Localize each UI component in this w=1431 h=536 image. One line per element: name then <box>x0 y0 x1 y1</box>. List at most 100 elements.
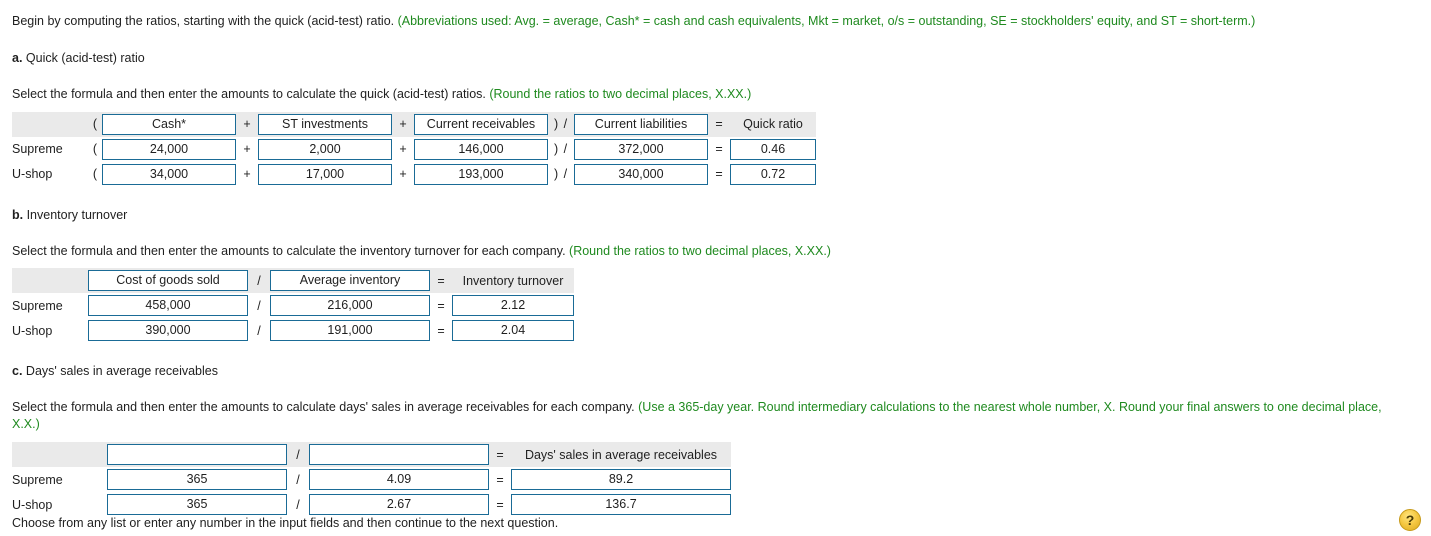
equals-symbol: = <box>715 142 723 157</box>
ushop-inventory-turnover-input[interactable]: 2.04 <box>452 320 574 342</box>
table-row: U-shop 390,000 / 191,000 = 2.04 <box>12 318 574 343</box>
paren-close-divide-symbol: ) / <box>553 167 569 182</box>
supreme-quick-ratio-cell: 0.46 <box>730 137 816 162</box>
supreme-average-inventory-input[interactable]: 216,000 <box>270 295 430 317</box>
divide-symbol: / <box>257 298 261 313</box>
equals-symbol-header: = <box>430 268 452 294</box>
equals-symbol: = <box>437 323 445 338</box>
footer-instruction: Choose from any list or enter any number… <box>12 516 559 530</box>
intro-text: Begin by computing the ratios, starting … <box>12 14 398 28</box>
equals-symbol: = <box>715 167 723 182</box>
quick-ratio-table: ( Cash* + ST investments + Current recei… <box>12 111 816 187</box>
equals-symbol: = <box>437 298 445 313</box>
paren-open-symbol: ( <box>92 142 98 157</box>
paren-open-symbol: ( <box>92 167 98 182</box>
formula-select-current-liabilities-cell: Current liabilities <box>574 111 708 137</box>
supreme-quick-ratio-input[interactable]: 0.46 <box>730 138 816 160</box>
plus-symbol-2: + <box>399 167 407 182</box>
section-a-letter: a. <box>12 50 23 65</box>
section-b-instruction-text: Select the formula and then enter the am… <box>12 243 570 258</box>
equals-symbol: = <box>496 497 504 512</box>
formula-select-denominator[interactable] <box>309 444 489 465</box>
ushop-days-denominator-input[interactable]: 2.67 <box>309 494 489 515</box>
supreme-cogs-cell: 458,000 <box>88 293 248 318</box>
header-row-label <box>12 111 88 137</box>
divide-symbol: / <box>248 268 270 294</box>
days-sales-receivables-table: / = Days' sales in average receivables S… <box>12 442 731 517</box>
plus-symbol-2: + <box>392 111 414 137</box>
supreme-days-numerator-input[interactable]: 365 <box>107 469 287 490</box>
supreme-inventory-turnover-input[interactable]: 2.12 <box>452 295 574 317</box>
supreme-days-sales-cell: 89.2 <box>511 467 731 492</box>
supreme-days-sales-input[interactable]: 89.2 <box>511 469 731 490</box>
section-b-letter: b. <box>12 207 24 222</box>
table-row: Supreme 365 / 4.09 = 89.2 <box>12 467 731 492</box>
supreme-current-liabilities-cell: 372,000 <box>574 137 708 162</box>
row-label-supreme: Supreme <box>12 142 63 157</box>
supreme-cash-input[interactable]: 24,000 <box>102 138 236 160</box>
inventory-turnover-table: Cost of goods sold / Average inventory =… <box>12 268 574 343</box>
ushop-days-numerator-input[interactable]: 365 <box>107 494 287 515</box>
section-b-rounding-note: (Round the ratios to two decimal places,… <box>569 243 831 258</box>
formula-select-st-investments[interactable]: ST investments <box>258 113 392 135</box>
supreme-current-receivables-cell: 146,000 <box>414 137 548 162</box>
section-a-heading: a. Quick (acid-test) ratio <box>12 50 1419 67</box>
worksheet-page: Begin by computing the ratios, starting … <box>0 13 1431 517</box>
plus-symbol-2: + <box>399 142 407 157</box>
ushop-quick-ratio-input[interactable]: 0.72 <box>730 163 816 185</box>
ushop-quick-ratio-cell: 0.72 <box>730 162 816 187</box>
divide-symbol: / <box>287 442 309 467</box>
section-a-instruction-text: Select the formula and then enter the am… <box>12 86 490 101</box>
formula-select-cost-of-goods-sold[interactable]: Cost of goods sold <box>88 270 248 292</box>
section-b-heading: b. Inventory turnover <box>12 207 1419 224</box>
formula-select-cash-cell: Cash* <box>102 111 236 137</box>
formula-select-average-inventory-cell: Average inventory <box>270 268 430 294</box>
ushop-current-liabilities-input[interactable]: 340,000 <box>574 163 708 185</box>
ushop-current-liabilities-cell: 340,000 <box>574 162 708 187</box>
row-label-ushop: U-shop <box>12 323 53 338</box>
table-row: Supreme ( 24,000 + 2,000 + 146,000 ) / 3… <box>12 137 816 162</box>
header-row-label <box>12 442 107 467</box>
formula-select-cash[interactable]: Cash* <box>102 113 236 135</box>
intro-abbreviations-note: (Abbreviations used: Avg. = average, Cas… <box>397 14 1256 28</box>
formula-select-numerator-cell <box>107 442 287 467</box>
formula-select-current-liabilities[interactable]: Current liabilities <box>574 113 708 135</box>
formula-select-numerator[interactable] <box>107 444 287 465</box>
table-row: U-shop 365 / 2.67 = 136.7 <box>12 492 731 517</box>
formula-select-average-inventory[interactable]: Average inventory <box>270 270 430 292</box>
inventory-turnover-result-header: Inventory turnover <box>452 268 574 294</box>
header-row-label <box>12 268 88 294</box>
formula-select-denominator-cell <box>309 442 489 467</box>
formula-select-current-receivables-cell: Current receivables <box>414 111 548 137</box>
supreme-cogs-input[interactable]: 458,000 <box>88 295 248 317</box>
ushop-cogs-input[interactable]: 390,000 <box>88 320 248 342</box>
supreme-days-denominator-input[interactable]: 4.09 <box>309 469 489 490</box>
row-label-ushop: U-shop <box>12 497 53 512</box>
section-c-title: Days' sales in average receivables <box>22 364 218 379</box>
ushop-average-inventory-cell: 191,000 <box>270 318 430 343</box>
section-b-instruction: Select the formula and then enter the am… <box>12 243 1412 260</box>
equals-symbol-header: = <box>708 111 730 137</box>
formula-select-current-receivables[interactable]: Current receivables <box>414 113 548 135</box>
divide-symbol: / <box>296 497 300 512</box>
supreme-days-numerator-cell: 365 <box>107 467 287 492</box>
supreme-days-denominator-cell: 4.09 <box>309 467 489 492</box>
supreme-current-liabilities-input[interactable]: 372,000 <box>574 138 708 160</box>
ushop-days-sales-cell: 136.7 <box>511 492 731 517</box>
ushop-days-sales-input[interactable]: 136.7 <box>511 494 731 515</box>
ushop-current-receivables-input[interactable]: 193,000 <box>414 163 548 185</box>
help-icon[interactable]: ? <box>1399 509 1421 531</box>
paren-open-symbol: ( <box>88 111 102 137</box>
ushop-st-investments-input[interactable]: 17,000 <box>258 163 392 185</box>
supreme-current-receivables-input[interactable]: 146,000 <box>414 138 548 160</box>
ushop-average-inventory-input[interactable]: 191,000 <box>270 320 430 342</box>
ushop-days-denominator-cell: 2.67 <box>309 492 489 517</box>
section-a-title: Quick (acid-test) ratio <box>22 50 145 65</box>
paren-close-divide-symbol: ) / <box>553 142 569 157</box>
supreme-st-investments-input[interactable]: 2,000 <box>258 138 392 160</box>
section-c-instruction-text: Select the formula and then enter the am… <box>12 400 639 415</box>
row-label-ushop: U-shop <box>12 167 53 182</box>
formula-select-cogs-cell: Cost of goods sold <box>88 268 248 294</box>
ushop-cash-input[interactable]: 34,000 <box>102 163 236 185</box>
row-label-supreme: Supreme <box>12 298 63 313</box>
